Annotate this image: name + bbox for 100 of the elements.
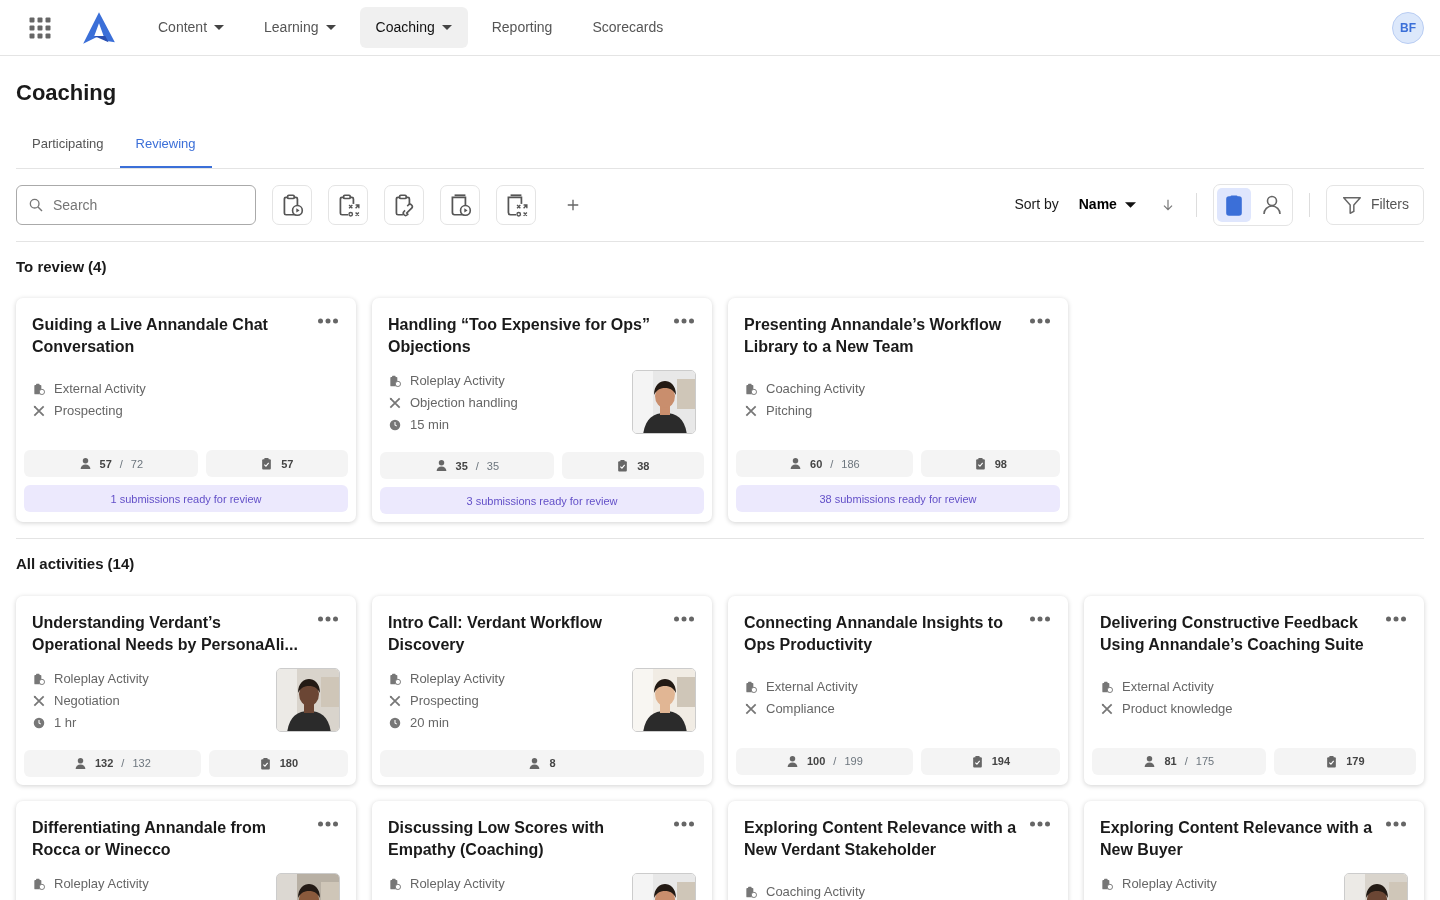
card-title: Intro Call: Verdant Workflow Discovery [388, 612, 603, 655]
activity-card[interactable]: Connecting Annandale Insights to Ops Productivity External Activity Compliance 100 / 199 194 [728, 595, 1068, 785]
clipboard-icon [744, 679, 758, 694]
clipboard-icon [388, 374, 402, 389]
activity-card[interactable]: Understanding Verdant’s Operational Needs by PersonaAli... Roleplay Activity Negotiation 1 hr 132 / 132 180 [16, 595, 356, 785]
user-avatar[interactable]: BF [1392, 11, 1424, 44]
meta-text: Roleplay Activity [1122, 874, 1217, 893]
nav-menu-item[interactable]: Scorecards [576, 7, 680, 48]
stat-value: 57 [99, 456, 112, 472]
activity-card[interactable]: Guiding a Live Annandale Chat Conversation External Activity Prospecting 57 / 72 57 1 submissions ready for review [16, 298, 356, 523]
meta-text: Compliance [766, 699, 835, 718]
stat-separator: / [475, 458, 479, 474]
clipboard-check-icon [1325, 754, 1339, 768]
section-count: (14) [107, 554, 135, 575]
nav-menu-item[interactable]: Learning [248, 7, 352, 48]
stat-total: 199 [844, 754, 863, 770]
stat-value: 100 [806, 754, 826, 770]
stat-total: 35 [486, 458, 500, 474]
search-icon [28, 196, 44, 213]
nav-menu-item[interactable]: Coaching [359, 7, 468, 48]
page-title: Coaching [16, 80, 118, 107]
sort-dropdown[interactable]: Name [1074, 190, 1140, 220]
more-icon [674, 614, 694, 623]
more-icon [318, 819, 338, 828]
stat-separator: / [119, 456, 123, 472]
card-title: Presenting Annandale’s Workflow Library to a New Team [744, 315, 1003, 358]
stat-value: 180 [279, 756, 299, 772]
card-title: Handling “Too Expensive for Ops” Objections [388, 315, 651, 358]
stat-value: 194 [991, 754, 1011, 770]
crossed-tools-icon [744, 701, 758, 716]
stat-value: 81 [1164, 754, 1177, 770]
meta-text: 1 hr [54, 713, 77, 732]
clipboard-icon [388, 876, 402, 891]
stat-value: 8 [549, 756, 556, 772]
section-title: To review [16, 256, 85, 277]
person-icon [434, 459, 448, 473]
card-title: Understanding Verdant’s Operational Needs by PersonaAli... [32, 612, 299, 655]
tab[interactable]: Reviewing [119, 122, 212, 168]
nav-menu-item[interactable]: Content [142, 7, 241, 48]
filters-button[interactable]: Filters [1325, 184, 1424, 225]
person-icon [785, 754, 799, 768]
activity-card[interactable]: Delivering Constructive Feedback Using Annandale’s Coaching Suite External Activity Product knowledge 81 / 175 179 [1084, 595, 1424, 785]
activity-card[interactable]: Exploring Content Relevance with a New Verdant Stakeholder Coaching Activity [728, 800, 1068, 900]
meta-text: 20 min [410, 713, 450, 732]
stat-total: 132 [132, 756, 151, 772]
more-icon [318, 317, 338, 326]
stat-total: 175 [1195, 754, 1215, 770]
stat-value: 38 [637, 458, 650, 474]
crossed-tools-icon [744, 404, 758, 419]
activity-card[interactable]: Handling “Too Expensive for Ops” Objections Roleplay Activity Objection handling 15 min 35 / 35 38 3 submissions ready for review [372, 298, 712, 523]
review-banner[interactable]: 1 submissions ready for review [24, 485, 348, 513]
activity-type-button[interactable] [328, 184, 368, 225]
more-icon [1030, 614, 1050, 623]
meta-text: External Activity [54, 380, 146, 399]
activities-view-button[interactable] [1216, 187, 1251, 222]
clipboard-icon [32, 382, 46, 397]
activity-card[interactable]: Discussing Low Scores with Empathy (Coaching) Roleplay Activity [372, 800, 712, 900]
clipboard-icon [744, 884, 758, 899]
meta-text: Roleplay Activity [54, 669, 149, 688]
activity-type-button[interactable] [384, 184, 424, 225]
clipboard-icon [32, 876, 46, 891]
activity-type-button[interactable] [440, 184, 480, 225]
stat-separator: / [1184, 754, 1188, 770]
activity-card[interactable]: Exploring Content Relevance with a New Buyer Roleplay Activity [1084, 800, 1424, 900]
person-icon [1143, 754, 1157, 768]
caret-icon [1124, 201, 1136, 208]
activity-type-button[interactable] [496, 184, 536, 225]
stat-value: 57 [281, 456, 294, 472]
activity-type-button[interactable] [272, 184, 312, 225]
sort-label: Sort by [1014, 195, 1059, 215]
clipboard-check-icon [258, 756, 272, 770]
card-title: Exploring Content Relevance with a New Buyer [1100, 817, 1374, 860]
clipboard-icon [1100, 876, 1114, 891]
clipboard-icon [32, 671, 46, 686]
more-icon [674, 819, 694, 828]
more-icon [1030, 819, 1050, 828]
activity-card[interactable]: Differentiating Annandale from Rocca or Winecco Roleplay Activity [16, 800, 356, 900]
card-title: Guiding a Live Annandale Chat Conversation [32, 315, 269, 358]
tab[interactable]: Participating [16, 122, 120, 168]
clipboard-icon [388, 671, 402, 686]
meta-text: Pitching [766, 402, 813, 421]
clipboard-icon [1100, 679, 1114, 694]
card-title: Delivering Constructive Feedback Using Annandale’s Coaching Suite [1100, 612, 1365, 655]
meta-text: Roleplay Activity [410, 669, 505, 688]
review-banner[interactable]: 38 submissions ready for review [736, 485, 1060, 513]
meta-text: Roleplay Activity [410, 874, 505, 893]
meta-text: Coaching Activity [766, 882, 865, 900]
stat-value: 179 [1346, 754, 1365, 770]
search-field[interactable]: Search [16, 184, 256, 225]
review-banner[interactable]: 3 submissions ready for review [380, 487, 704, 515]
nav-menu-item[interactable]: Reporting [475, 7, 569, 48]
meta-text: Objection handling [410, 394, 518, 413]
crossed-tools-icon [1100, 701, 1114, 716]
meta-text: Negotiation [54, 691, 120, 710]
activity-card[interactable]: Intro Call: Verdant Workflow Discovery Roleplay Activity Prospecting 20 min 8 [372, 595, 712, 785]
activity-card[interactable]: Presenting Annandale’s Workflow Library to a New Team Coaching Activity Pitching 60 / 186 98 38 submissions ready for review [728, 298, 1068, 523]
stat-value: 98 [994, 456, 1007, 472]
section-count: (4) [88, 256, 107, 277]
clock-icon [32, 715, 46, 730]
crossed-tools-icon [388, 396, 402, 411]
